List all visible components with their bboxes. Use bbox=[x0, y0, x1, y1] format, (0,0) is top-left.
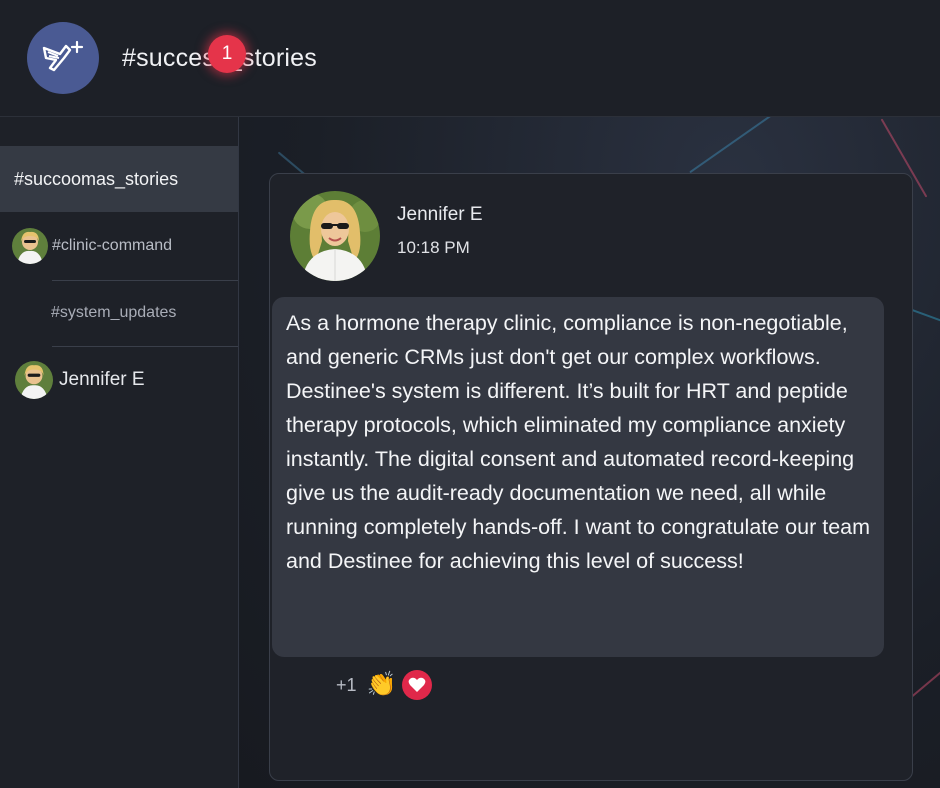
reactions-bar: +1 👏 bbox=[336, 668, 433, 702]
user-avatar bbox=[12, 228, 48, 264]
message-text: As a hormone therapy clinic, compliance … bbox=[286, 311, 871, 573]
decor-line bbox=[689, 117, 789, 174]
user-avatar bbox=[15, 361, 53, 399]
sidebar-item-clinic-command[interactable]: #clinic-command bbox=[0, 213, 238, 279]
divider bbox=[52, 346, 238, 347]
app-header: #success_stories bbox=[0, 0, 940, 117]
message-timestamp: 10:18 PM bbox=[397, 238, 470, 257]
reaction-count[interactable]: +1 bbox=[336, 675, 357, 696]
sidebar-item-label: #clinic-command bbox=[52, 237, 173, 254]
heart-icon[interactable] bbox=[402, 670, 433, 700]
message-bubble: As a hormone therapy clinic, compliance … bbox=[272, 297, 884, 657]
sidebar-item-label: #succoomas_stories bbox=[14, 168, 179, 189]
sidebar-item-jennifer-e[interactable]: Jennifer E bbox=[0, 349, 238, 411]
unread-badge: 1 bbox=[208, 35, 246, 73]
sidebar-item-label: #system_updates bbox=[51, 304, 177, 321]
message-author[interactable]: Jennifer E bbox=[397, 204, 483, 226]
app-logo[interactable] bbox=[27, 22, 99, 94]
author-avatar[interactable] bbox=[290, 191, 380, 281]
dove-plus-icon bbox=[42, 40, 84, 72]
channel-sidebar: #succoomas_stories #clinic-command #syst… bbox=[0, 117, 239, 788]
sidebar-item-success-stories[interactable]: #succoomas_stories bbox=[0, 146, 238, 212]
sidebar-item-label: Jennifer E bbox=[59, 369, 145, 390]
sidebar-item-system-updates[interactable]: #system_updates bbox=[0, 279, 238, 347]
clap-icon[interactable]: 👏 bbox=[367, 673, 397, 697]
